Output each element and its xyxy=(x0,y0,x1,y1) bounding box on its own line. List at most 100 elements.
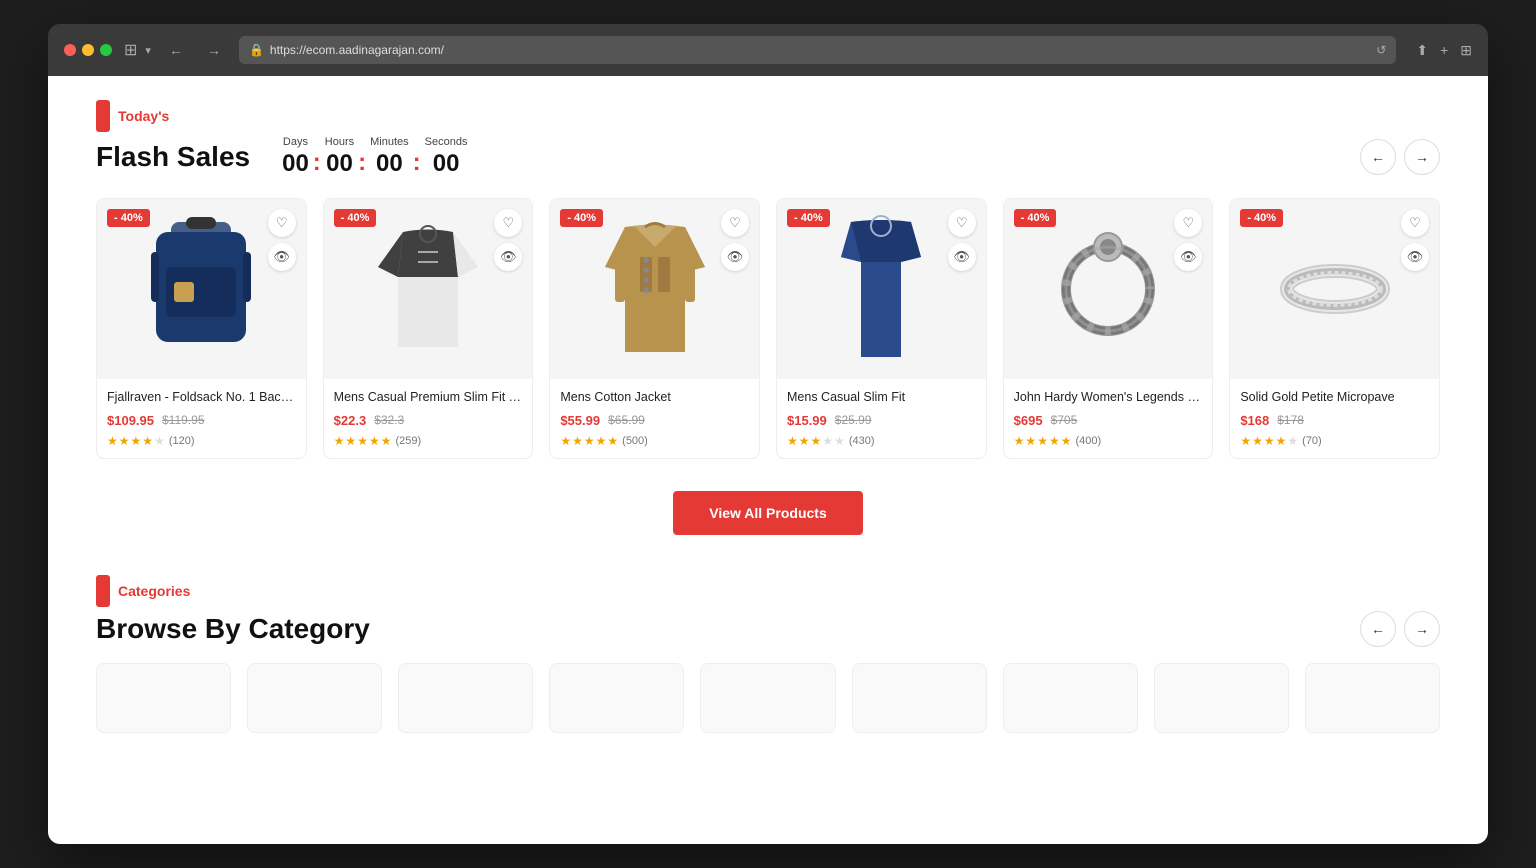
security-icon: 🔒 xyxy=(249,43,264,57)
category-card[interactable] xyxy=(247,663,382,733)
forward-button[interactable]: → xyxy=(201,38,227,62)
url-text: https://ecom.aadinagarajan.com/ xyxy=(270,43,444,57)
star-half-icon: ★ xyxy=(811,434,822,448)
flash-prev-button[interactable]: ← xyxy=(1360,139,1396,175)
browser-actions: ⬆ + ⊞ xyxy=(1416,42,1472,59)
product-info: Mens Casual Premium Slim Fit T-Shi... $2… xyxy=(324,379,533,458)
sale-price: $55.99 xyxy=(560,413,600,428)
category-card[interactable] xyxy=(96,663,231,733)
product-image-container: - 40% ♡ 👁 xyxy=(1230,199,1439,379)
section-label-text: Today's xyxy=(118,108,169,124)
grid-button[interactable]: ⊞ xyxy=(1460,42,1472,59)
categories-label-row: Categories xyxy=(96,575,1440,607)
product-actions: ♡ 👁 xyxy=(1174,209,1202,271)
view-all-button[interactable]: View All Products xyxy=(673,491,862,535)
category-card[interactable] xyxy=(398,663,533,733)
category-card[interactable] xyxy=(549,663,684,733)
product-card: - 40% ♡ 👁 Fjallraven - Foldsack No. 1 Ba… xyxy=(96,198,307,459)
new-tab-button[interactable]: + xyxy=(1440,42,1448,59)
minimize-button[interactable] xyxy=(82,44,94,56)
discount-badge: - 40% xyxy=(1014,209,1057,227)
star-empty-icon: ★ xyxy=(154,434,165,448)
star-full-icon: ★ xyxy=(1264,434,1275,448)
categories-label-text: Categories xyxy=(118,583,190,599)
quickview-button[interactable]: 👁 xyxy=(268,243,296,271)
sale-price: $22.3 xyxy=(334,413,367,428)
categories-header: Browse By Category ← → xyxy=(96,611,1440,647)
reload-icon[interactable]: ↺ xyxy=(1376,43,1386,57)
sale-price: $695 xyxy=(1014,413,1043,428)
star-empty-icon: ★ xyxy=(822,434,833,448)
wishlist-button[interactable]: ♡ xyxy=(948,209,976,237)
product-name: Solid Gold Petite Micropave xyxy=(1240,389,1429,407)
quickview-button[interactable]: 👁 xyxy=(1401,243,1429,271)
product-name: Mens Casual Premium Slim Fit T-Shi... xyxy=(334,389,523,407)
quickview-button[interactable]: 👁 xyxy=(721,243,749,271)
browser-window: ⊞ ▾ ← → 🔒 https://ecom.aadinagarajan.com… xyxy=(48,24,1488,844)
star-full-icon: ★ xyxy=(584,434,595,448)
address-bar[interactable]: 🔒 https://ecom.aadinagarajan.com/ ↺ xyxy=(239,36,1396,64)
price-row: $55.99 $65.99 xyxy=(560,413,749,428)
product-image-container: - 40% ♡ 👁 xyxy=(324,199,533,379)
share-button[interactable]: ⬆ xyxy=(1416,42,1428,59)
wishlist-button[interactable]: ♡ xyxy=(1174,209,1202,237)
categories-prev-button[interactable]: ← xyxy=(1360,611,1396,647)
product-actions: ♡ 👁 xyxy=(268,209,296,271)
sale-price: $168 xyxy=(1240,413,1269,428)
rating-row: ★★★★★ (120) xyxy=(107,434,296,448)
maximize-button[interactable] xyxy=(100,44,112,56)
rating-row: ★★★★★ (70) xyxy=(1240,434,1429,448)
category-items xyxy=(96,663,1440,733)
countdown-minutes: Minutes 00 xyxy=(370,136,409,178)
star-full-icon: ★ xyxy=(596,434,607,448)
back-button[interactable]: ← xyxy=(163,38,189,62)
discount-badge: - 40% xyxy=(107,209,150,227)
star-full-icon: ★ xyxy=(1037,434,1048,448)
product-card: - 40% ♡ 👁 Mens Casual Premium Slim Fit T… xyxy=(323,198,534,459)
product-info: Solid Gold Petite Micropave $168 $178 ★ ★… xyxy=(1230,379,1439,458)
product-image-container: - 40% ♡ 👁 xyxy=(777,199,986,379)
countdown-hours: Hours 00 xyxy=(325,136,354,178)
quickview-button[interactable]: 👁 xyxy=(494,243,522,271)
category-card[interactable] xyxy=(1154,663,1289,733)
products-grid: - 40% ♡ 👁 Fjallraven - Foldsack No. 1 Ba… xyxy=(96,198,1440,459)
star-half-icon: ★ xyxy=(142,434,153,448)
product-image-container: - 40% ♡ 👁 xyxy=(550,199,759,379)
sep1: : xyxy=(313,149,321,177)
price-row: $168 $178 xyxy=(1240,413,1429,428)
category-card[interactable] xyxy=(1003,663,1138,733)
wishlist-button[interactable]: ♡ xyxy=(494,209,522,237)
flash-next-button[interactable]: → xyxy=(1404,139,1440,175)
close-button[interactable] xyxy=(64,44,76,56)
countdown-seconds: Seconds 00 xyxy=(425,136,468,178)
categories-section: Categories Browse By Category ← → xyxy=(96,575,1440,733)
category-card[interactable] xyxy=(700,663,835,733)
star-half-icon: ★ xyxy=(607,434,618,448)
view-all-container: View All Products xyxy=(96,491,1440,535)
wishlist-button[interactable]: ♡ xyxy=(1401,209,1429,237)
category-card[interactable] xyxy=(1305,663,1440,733)
sep3: : xyxy=(413,149,421,177)
price-row: $695 $705 xyxy=(1014,413,1203,428)
price-row: $22.3 $32.3 xyxy=(334,413,523,428)
star-empty-icon: ★ xyxy=(1287,434,1298,448)
section-label: Today's xyxy=(96,100,1440,132)
star-full-icon: ★ xyxy=(334,434,345,448)
review-count: (70) xyxy=(1302,435,1322,447)
category-card[interactable] xyxy=(852,663,987,733)
quickview-button[interactable]: 👁 xyxy=(1174,243,1202,271)
discount-badge: - 40% xyxy=(787,209,830,227)
product-actions: ♡ 👁 xyxy=(948,209,976,271)
wishlist-button[interactable]: ♡ xyxy=(268,209,296,237)
review-count: (259) xyxy=(395,435,421,447)
wishlist-button[interactable]: ♡ xyxy=(721,209,749,237)
star-full-icon: ★ xyxy=(799,434,810,448)
categories-next-button[interactable]: → xyxy=(1404,611,1440,647)
chevron-down-icon: ▾ xyxy=(145,44,151,57)
flash-header: Flash Sales Days 00 : Hours 00 : Minutes… xyxy=(96,136,1440,178)
product-name: Mens Casual Slim Fit xyxy=(787,389,976,407)
product-info: Mens Cotton Jacket $55.99 $65.99 ★★★★★ (… xyxy=(550,379,759,458)
categories-red-bar xyxy=(96,575,110,607)
quickview-button[interactable]: 👁 xyxy=(948,243,976,271)
flash-nav-arrows: ← → xyxy=(1360,139,1440,175)
